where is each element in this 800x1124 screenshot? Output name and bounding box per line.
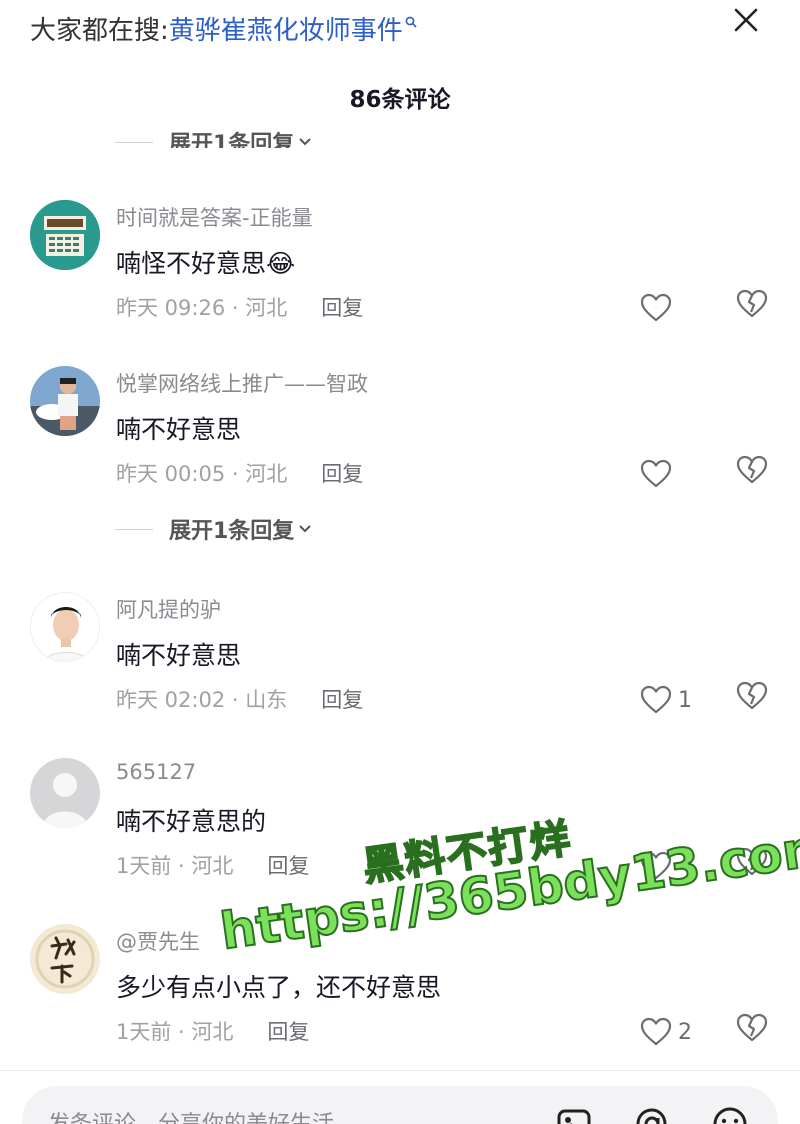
like-button[interactable]: [640, 454, 678, 494]
heart-icon: [640, 459, 672, 488]
heart-icon: [640, 293, 672, 322]
avatar[interactable]: [30, 200, 100, 270]
comment-time-location: 1天前 · 河北: [116, 854, 234, 878]
divider: [0, 1070, 800, 1071]
laughing-crying-emoji-icon: 😂: [266, 249, 296, 278]
divider: [115, 528, 153, 530]
reply-button[interactable]: 回复: [321, 462, 363, 486]
top-bar: 大家都在搜:黄骅崔燕化妆师事件: [0, 0, 800, 58]
comment-body: 喃怪不好意思: [116, 249, 267, 278]
comment-meta: 1天前 · 河北 回复: [116, 850, 309, 880]
avatar[interactable]: [30, 924, 100, 994]
comment-meta: 昨天 00:05 · 河北 回复: [116, 458, 363, 488]
chevron-down-icon: [299, 525, 312, 533]
chevron-down-icon: [299, 138, 312, 146]
like-count: 1: [678, 687, 692, 713]
username[interactable]: 565127: [116, 760, 196, 784]
avatar[interactable]: [30, 592, 100, 662]
username[interactable]: 悦掌网络线上推广——智政: [116, 368, 368, 398]
comment-item: 时间就是答案-正能量 喃怪不好意思😂 昨天 09:26 · 河北 回复: [0, 200, 800, 350]
username[interactable]: 阿凡提的驴: [116, 594, 221, 624]
divider: [115, 141, 153, 143]
search-suggestion[interactable]: 大家都在搜:黄骅崔燕化妆师事件: [30, 10, 417, 47]
username[interactable]: 时间就是答案-正能量: [116, 202, 313, 232]
broken-heart-icon[interactable]: [736, 454, 768, 486]
avatar[interactable]: [30, 758, 100, 828]
reply-button[interactable]: 回复: [267, 1020, 309, 1044]
comment-time-location: 1天前 · 河北: [116, 1020, 234, 1044]
comment-time-location: 昨天 02:02 · 山东: [116, 688, 288, 712]
heart-icon: [640, 1017, 672, 1046]
image-icon[interactable]: [554, 1104, 594, 1124]
comment-meta: 昨天 02:02 · 山东 回复: [116, 684, 363, 714]
avatar[interactable]: [30, 366, 100, 436]
comments-count-title: 86条评论: [349, 87, 451, 113]
comment-input-placeholder: 发条评论，分享你的美好生活: [48, 1106, 334, 1124]
expand-replies-label: 展开1条回复: [169, 132, 295, 148]
comment-time-location: 昨天 00:05 · 河北: [116, 462, 288, 486]
comment-text: 喃不好意思: [116, 641, 242, 670]
comment-text: 喃不好意思: [116, 415, 242, 444]
reply-button[interactable]: 回复: [267, 854, 309, 878]
comment-item: 阿凡提的驴 喃不好意思 昨天 02:02 · 山东 回复 1: [0, 592, 800, 742]
comment-text: 喃怪不好意思😂: [116, 244, 295, 280]
broken-heart-icon[interactable]: [736, 288, 768, 320]
comment-item: 悦掌网络线上推广——智政 喃不好意思 昨天 00:05 · 河北 回复: [0, 366, 800, 516]
at-icon[interactable]: [632, 1104, 672, 1124]
comment-input[interactable]: 发条评论，分享你的美好生活: [22, 1086, 778, 1124]
like-button[interactable]: 2: [640, 1012, 692, 1052]
emoji-icon[interactable]: [710, 1104, 750, 1124]
close-icon[interactable]: [728, 2, 764, 38]
search-keyword[interactable]: 黄骅崔燕化妆师事件: [169, 16, 403, 46]
reply-button[interactable]: 回复: [321, 688, 363, 712]
like-button[interactable]: [640, 288, 678, 328]
comment-text: 喃不好意思的: [116, 807, 267, 836]
username[interactable]: @贾先生: [116, 926, 200, 956]
search-prefix: 大家都在搜:: [30, 16, 169, 46]
comment-meta: 昨天 09:26 · 河北 回复: [116, 292, 363, 322]
comment-time-location: 昨天 09:26 · 河北: [116, 296, 288, 320]
search-icon: [405, 16, 417, 28]
like-count: 2: [678, 1019, 692, 1045]
expand-replies-button[interactable]: 展开1条回复: [115, 513, 312, 545]
expand-replies-label: 展开1条回复: [169, 519, 295, 544]
reply-button[interactable]: 回复: [321, 296, 363, 320]
heart-icon: [640, 685, 672, 714]
like-button[interactable]: 1: [640, 680, 692, 720]
expand-replies-partial[interactable]: 展开1条回复: [115, 122, 415, 148]
comment-meta: 1天前 · 河北 回复: [116, 1016, 309, 1046]
comment-item: @贾先生 多少有点小点了，还不好意思 1天前 · 河北 回复 2: [0, 924, 800, 1074]
comment-text: 多少有点小点了，还不好意思: [116, 973, 442, 1002]
broken-heart-icon[interactable]: [736, 1012, 768, 1044]
broken-heart-icon[interactable]: [736, 680, 768, 712]
